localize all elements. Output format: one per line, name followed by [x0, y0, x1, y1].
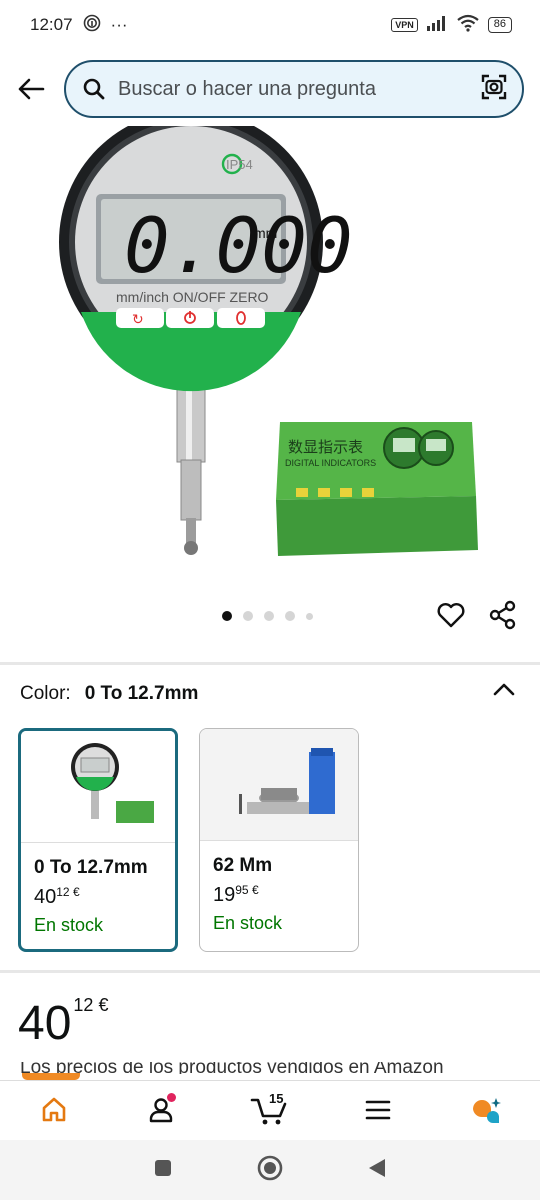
- color-label: Color:: [20, 683, 71, 704]
- home-icon: [42, 1097, 66, 1121]
- variant-thumbnail: [21, 731, 175, 843]
- variant-option-62-mm[interactable]: 62 Mm 1995 € En stock: [199, 728, 359, 952]
- back-arrow-icon: [18, 78, 45, 100]
- notification-dot: [167, 1092, 176, 1102]
- nav-cart[interactable]: 15: [240, 1085, 300, 1135]
- lcd-unit: mm: [254, 225, 277, 241]
- box-title-en: DIGITAL INDICATORS: [285, 458, 376, 468]
- wifi-icon: [456, 14, 480, 37]
- back-button[interactable]: [16, 74, 46, 104]
- search-header: Buscar o hacer una pregunta: [0, 52, 540, 126]
- more-notifications-icon: ···: [110, 15, 128, 34]
- home-system-button[interactable]: [257, 1155, 283, 1186]
- back-system-button[interactable]: [367, 1157, 387, 1184]
- variant-stock: En stock: [213, 913, 283, 933]
- dial-button-labels: mm/inch ON/OFF ZERO: [116, 289, 269, 305]
- carousel-dot[interactable]: [306, 612, 313, 620]
- status-bar: 12:07 ··· VPN 86: [0, 0, 540, 50]
- carousel-dot[interactable]: [243, 611, 253, 621]
- menu-icon: [365, 1100, 391, 1119]
- search-input[interactable]: Buscar o hacer una pregunta: [64, 60, 524, 118]
- heart-icon[interactable]: [436, 600, 466, 635]
- image-actions: [436, 600, 518, 635]
- status-right: VPN 86: [391, 14, 512, 37]
- product-image[interactable]: IP54 0.000 mm mm/inch ON/OFF ZERO ↻ 数显指示…: [0, 126, 540, 596]
- battery-indicator: 86: [487, 17, 512, 33]
- section-divider: [0, 662, 540, 665]
- carousel-dot[interactable]: [285, 611, 295, 621]
- ip-rating-label: IP54: [226, 157, 253, 172]
- nav-account[interactable]: [132, 1085, 192, 1135]
- carousel-dot[interactable]: [222, 611, 232, 621]
- search-placeholder: Buscar o hacer una pregunta: [118, 77, 376, 100]
- variant-name: 62 Mm: [213, 855, 273, 876]
- camera-lens-icon[interactable]: [480, 73, 508, 106]
- carousel-dots[interactable]: [222, 611, 313, 621]
- status-time: 12:07: [30, 15, 73, 34]
- variant-thumbnail: [200, 729, 358, 841]
- variant-stock: En stock: [34, 915, 104, 935]
- signal-icon: [426, 15, 448, 36]
- system-nav: [0, 1140, 540, 1200]
- fingerprint-icon: [83, 14, 101, 37]
- search-icon: [83, 78, 105, 100]
- share-icon[interactable]: [488, 600, 518, 635]
- variant-name: 0 To 12.7mm: [34, 857, 148, 878]
- cart-count: 15: [269, 1090, 284, 1106]
- price-note-partial: Los precios de los productos vendidos en…: [20, 1062, 444, 1074]
- nav-home[interactable]: [24, 1085, 84, 1135]
- box-title-cn: 数显指示表: [288, 438, 363, 456]
- nav-menu[interactable]: [348, 1085, 408, 1135]
- variant-price: 4012 €: [34, 885, 80, 908]
- nav-rufus[interactable]: [456, 1085, 516, 1135]
- variant-price: 1995 €: [213, 883, 259, 906]
- status-left: 12:07 ···: [30, 14, 128, 37]
- chevron-up-icon[interactable]: [492, 678, 516, 707]
- orange-indicator: [22, 1073, 80, 1080]
- recent-apps-button[interactable]: [153, 1158, 173, 1183]
- color-selected-value: 0 To 12.7mm: [84, 683, 199, 704]
- variant-option-0-12-7mm[interactable]: 0 To 12.7mm 4012 € En stock: [18, 728, 178, 952]
- product-price: 40 12 €: [18, 995, 109, 1050]
- vpn-badge: VPN: [391, 18, 418, 32]
- lcd-reading: 0.000: [124, 201, 353, 290]
- svg-text:↻: ↻: [132, 312, 144, 328]
- color-row: Color: 0 To 12.7mm: [20, 683, 520, 705]
- carousel-dot[interactable]: [264, 611, 274, 621]
- section-divider: [0, 970, 540, 973]
- rufus-assistant-icon: [473, 1097, 501, 1123]
- bottom-nav: 15: [0, 1080, 540, 1138]
